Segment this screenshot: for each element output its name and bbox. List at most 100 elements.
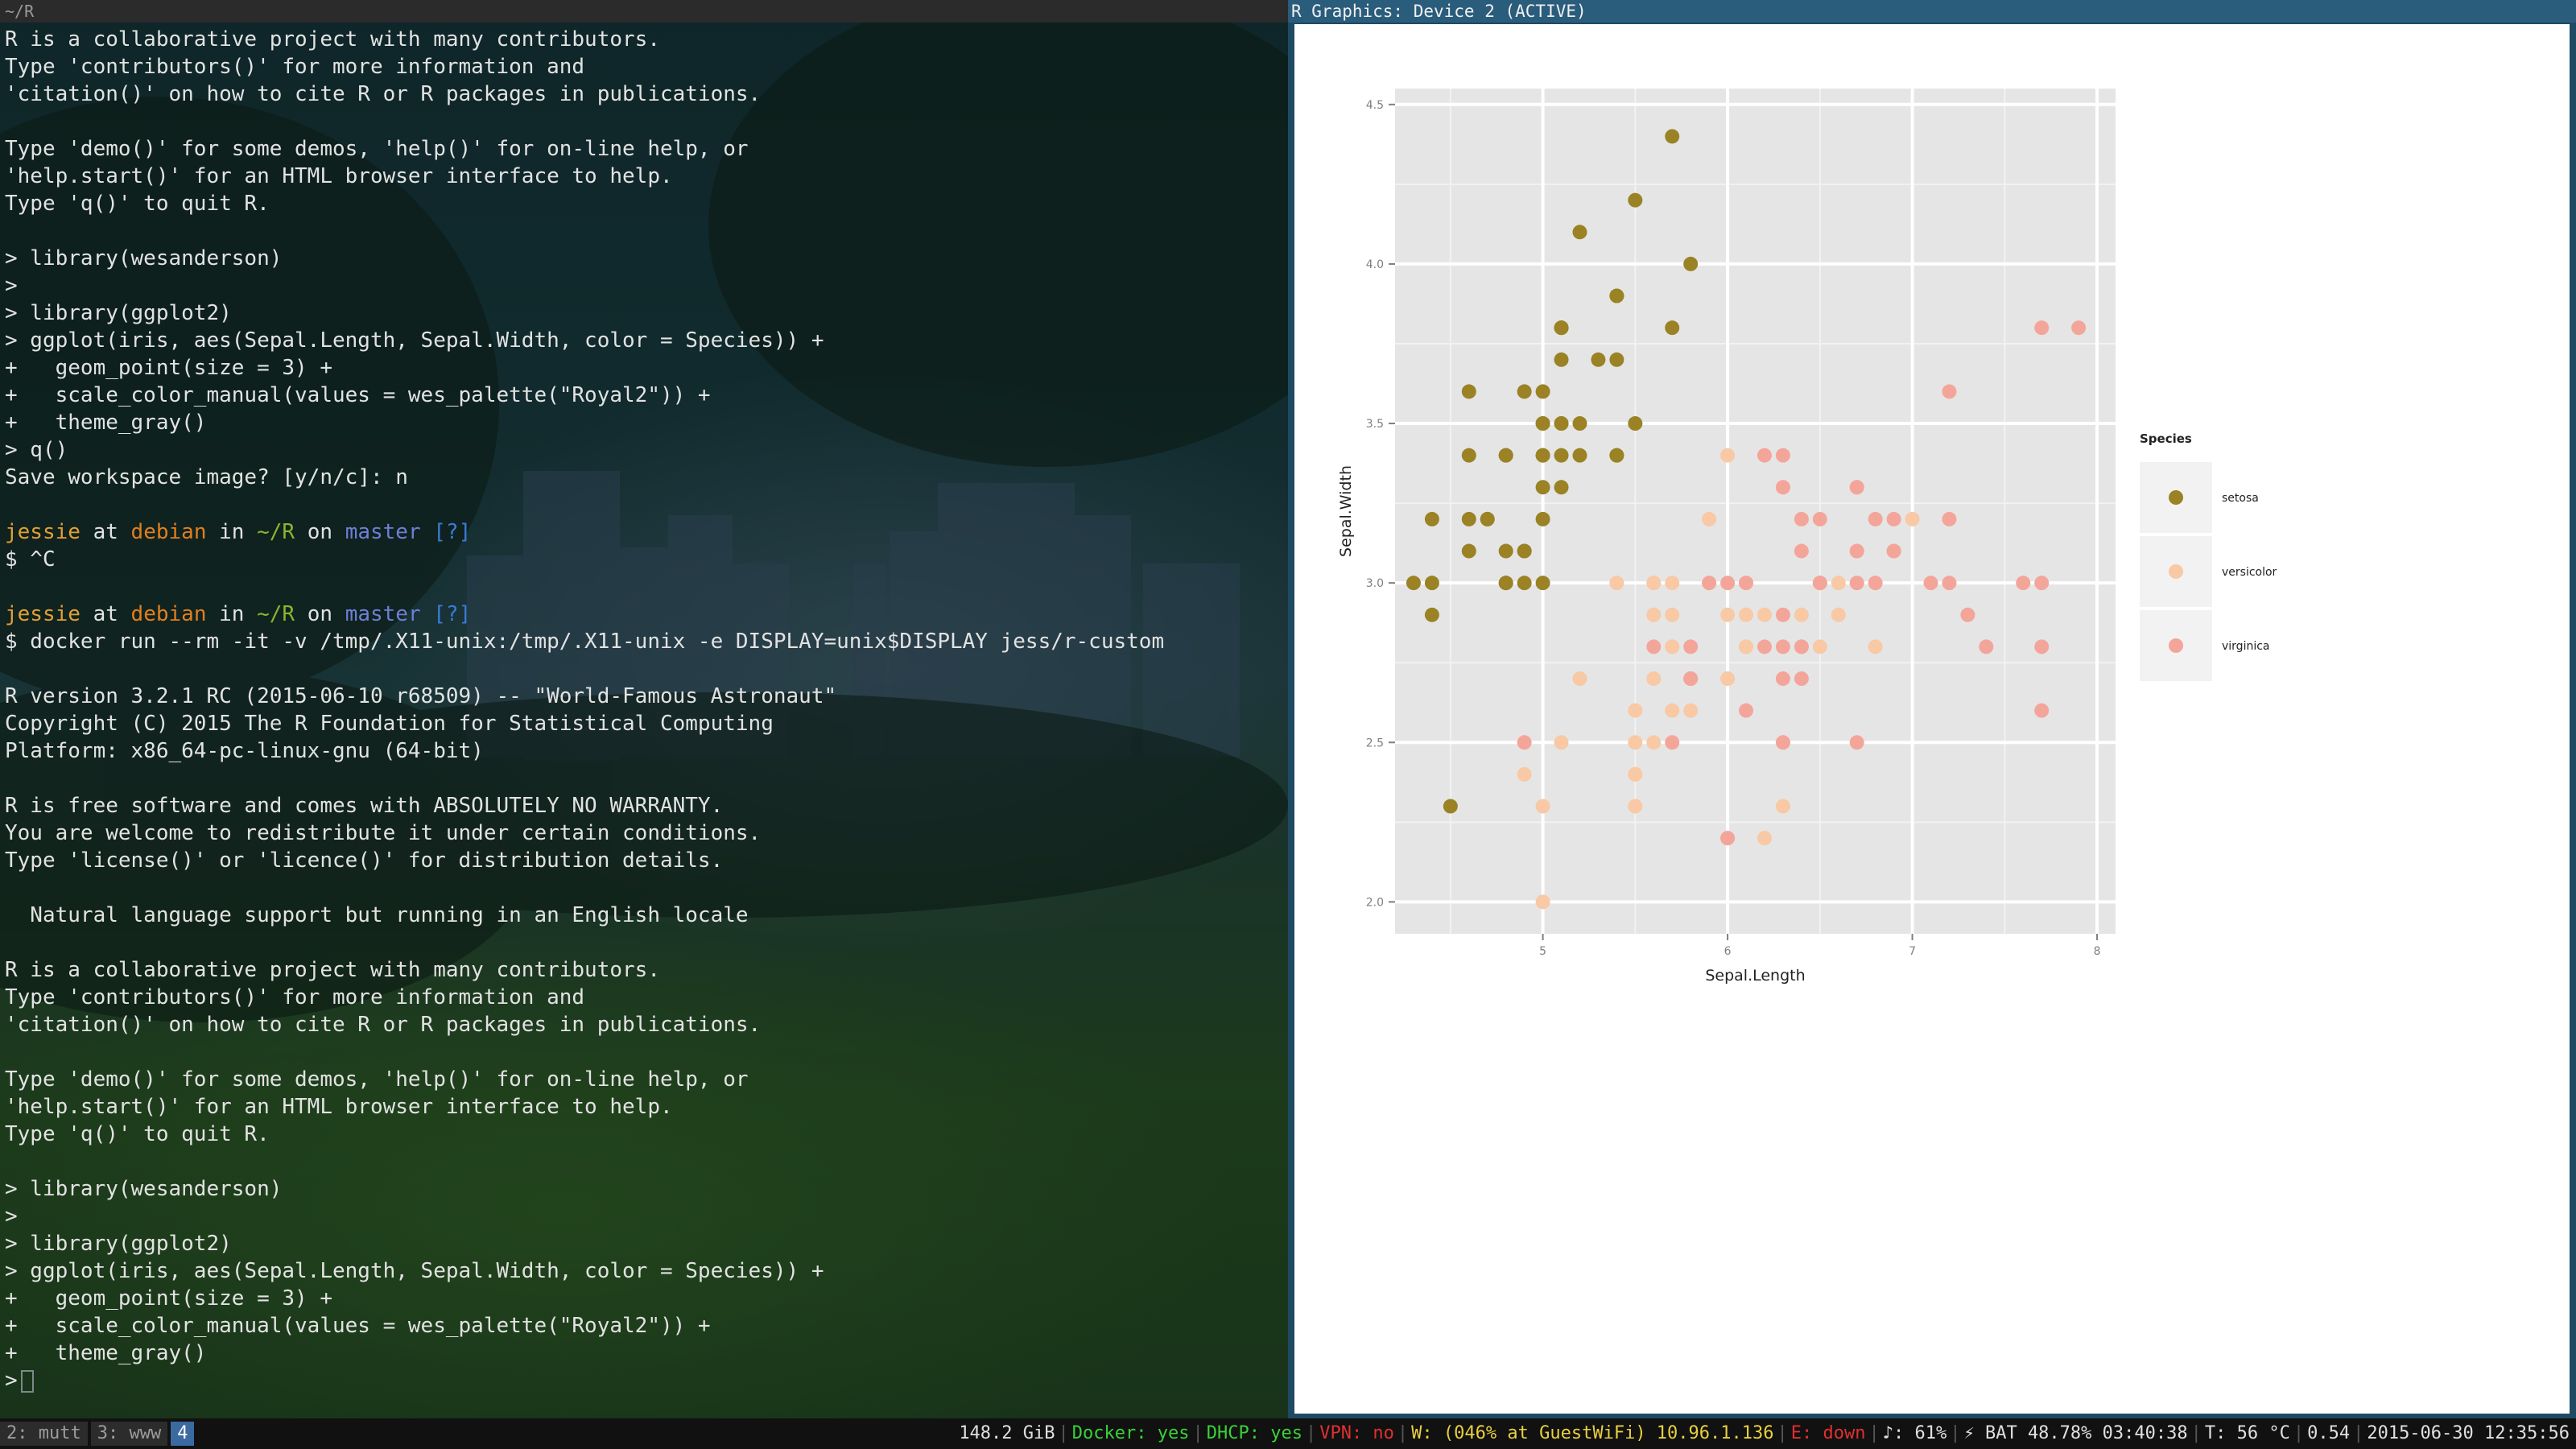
data-point-setosa bbox=[1498, 543, 1513, 559]
data-point-setosa bbox=[1554, 320, 1569, 336]
data-point-virginica bbox=[1775, 671, 1790, 687]
terminal-line: + theme_gray() bbox=[5, 409, 1164, 436]
workspace-tab[interactable]: 3: www bbox=[90, 1422, 168, 1446]
terminal-line: Copyright (C) 2015 The R Foundation for … bbox=[5, 710, 1164, 737]
status-separator: | bbox=[1777, 1423, 1788, 1443]
terminal-text-segment: > library(ggplot2) bbox=[5, 1232, 232, 1256]
terminal-line: > bbox=[5, 272, 1164, 299]
status-separator: | bbox=[1868, 1423, 1880, 1443]
legend-title: Species bbox=[2140, 431, 2192, 446]
data-point-virginica bbox=[1646, 639, 1662, 654]
legend-label-virginica: virginica bbox=[2222, 640, 2270, 653]
data-point-versicolor bbox=[1535, 799, 1550, 814]
data-point-virginica bbox=[1849, 480, 1864, 495]
data-point-setosa bbox=[1424, 607, 1439, 622]
terminal-cursor[interactable] bbox=[20, 1369, 34, 1393]
data-point-virginica bbox=[1702, 576, 1717, 591]
data-point-virginica bbox=[1794, 511, 1809, 526]
data-point-versicolor bbox=[1554, 735, 1569, 750]
data-point-setosa bbox=[1609, 288, 1624, 303]
data-point-virginica bbox=[1794, 639, 1809, 654]
workspace-tab[interactable]: 4 bbox=[171, 1422, 195, 1446]
plot-panel bbox=[1395, 89, 2116, 934]
terminal-text-segment: + geom_point(size = 3) + bbox=[5, 356, 332, 380]
data-point-virginica bbox=[2034, 576, 2050, 591]
x-tick-label: 5 bbox=[1539, 945, 1546, 958]
y-tick-label: 3.5 bbox=[1366, 418, 1384, 431]
data-point-virginica bbox=[1775, 448, 1790, 463]
terminal-text-segment: > library(wesanderson) bbox=[5, 246, 283, 270]
data-point-versicolor bbox=[1646, 576, 1662, 591]
terminal-line: + geom_point(size = 3) + bbox=[5, 354, 1164, 382]
terminal-text-segment: [?] bbox=[433, 602, 472, 626]
data-point-versicolor bbox=[1535, 894, 1550, 910]
status-separator: | bbox=[1058, 1423, 1069, 1443]
data-point-virginica bbox=[2034, 320, 2050, 336]
data-point-setosa bbox=[1554, 352, 1569, 367]
data-point-versicolor bbox=[1720, 448, 1736, 463]
terminal-text-segment: on bbox=[295, 602, 345, 626]
data-point-versicolor bbox=[1831, 576, 1846, 591]
terminal-text-segment: 'help.start()' for an HTML browser inter… bbox=[5, 1095, 673, 1119]
terminal-line: > bbox=[5, 1367, 1164, 1394]
legend-key-point bbox=[2169, 490, 2183, 505]
terminal-line: Type 'contributors()' for more informati… bbox=[5, 984, 1164, 1011]
terminal-output[interactable]: R is a collaborative project with many c… bbox=[5, 26, 1164, 1394]
data-point-setosa bbox=[1480, 511, 1495, 526]
data-point-virginica bbox=[1683, 671, 1699, 687]
status-separator: | bbox=[1192, 1423, 1203, 1443]
terminal-line: Save workspace image? [y/n/c]: n bbox=[5, 464, 1164, 491]
terminal-text-segment: at bbox=[80, 520, 131, 544]
legend-label-versicolor: versicolor bbox=[2222, 566, 2277, 579]
status-bar: 2: mutt 3: www 4 148.2 GiB | Docker: yes | DHC… bbox=[0, 1418, 2576, 1449]
data-point-setosa bbox=[1424, 511, 1439, 526]
terminal-text-segment: Save workspace image? [y/n/c]: n bbox=[5, 465, 408, 489]
data-point-virginica bbox=[2034, 639, 2050, 654]
data-point-setosa bbox=[1554, 416, 1569, 431]
data-point-virginica bbox=[1739, 703, 1754, 718]
data-point-virginica bbox=[1886, 511, 1901, 526]
data-point-virginica bbox=[1775, 480, 1790, 495]
terminal-window[interactable]: ~/R R is a collaborative project with ma… bbox=[0, 0, 1288, 1418]
terminal-text-segment: Type 'q()' to quit R. bbox=[5, 192, 270, 216]
data-point-versicolor bbox=[1720, 607, 1736, 622]
terminal-line: > library(ggplot2) bbox=[5, 299, 1164, 327]
data-point-virginica bbox=[1849, 543, 1864, 559]
terminal-text-segment: master bbox=[345, 602, 421, 626]
y-tick-label: 4.0 bbox=[1366, 258, 1384, 271]
workspace-tab[interactable]: 2: mutt bbox=[0, 1422, 88, 1446]
data-point-versicolor bbox=[1646, 735, 1662, 750]
data-point-versicolor bbox=[1665, 607, 1680, 622]
y-tick-label: 2.0 bbox=[1366, 896, 1384, 909]
data-point-setosa bbox=[1517, 384, 1532, 399]
data-point-virginica bbox=[1942, 576, 1957, 591]
terminal-text-segment: You are welcome to redistribute it under… bbox=[5, 821, 762, 845]
terminal-text-segment: Type 'contributors()' for more informati… bbox=[5, 985, 585, 1009]
data-point-virginica bbox=[2016, 576, 2031, 591]
terminal-line: > library(wesanderson) bbox=[5, 1175, 1164, 1203]
terminal-text-segment: Platform: x86_64-pc-linux-gnu (64-bit) bbox=[5, 739, 484, 763]
terminal-line: > library(ggplot2) bbox=[5, 1230, 1164, 1257]
terminal-text-segment: Type 'demo()' for some demos, 'help()' f… bbox=[5, 1067, 749, 1092]
status-separator: | bbox=[1397, 1423, 1409, 1443]
terminal-text-segment: debian bbox=[130, 602, 207, 626]
data-point-versicolor bbox=[1739, 639, 1754, 654]
data-point-virginica bbox=[1517, 735, 1532, 750]
scatter-plot: 5 6 7 8 2.0 2.5 3.0 3.5 4.0 4.5 Sepal.Length Sepal.… bbox=[1337, 89, 2277, 985]
terminal-text-segment: > library(ggplot2) bbox=[5, 301, 232, 325]
data-point-setosa bbox=[1683, 256, 1699, 271]
terminal-text-segment: debian bbox=[130, 520, 207, 544]
data-point-virginica bbox=[1868, 576, 1883, 591]
terminal-text-segment: Type 'contributors()' for more informati… bbox=[5, 55, 585, 79]
data-point-virginica bbox=[1868, 511, 1883, 526]
terminal-text-segment: 'citation()' on how to cite R or R packa… bbox=[5, 82, 762, 106]
terminal-line: > bbox=[5, 1203, 1164, 1230]
r-graphics-window[interactable]: R Graphics: Device 2 (ACTIVE) 5 6 7 8 2.0 2.5… bbox=[1288, 0, 2576, 1418]
terminal-line: 'help.start()' for an HTML browser inter… bbox=[5, 1093, 1164, 1121]
data-point-versicolor bbox=[1720, 671, 1736, 687]
data-point-versicolor bbox=[1683, 703, 1699, 718]
